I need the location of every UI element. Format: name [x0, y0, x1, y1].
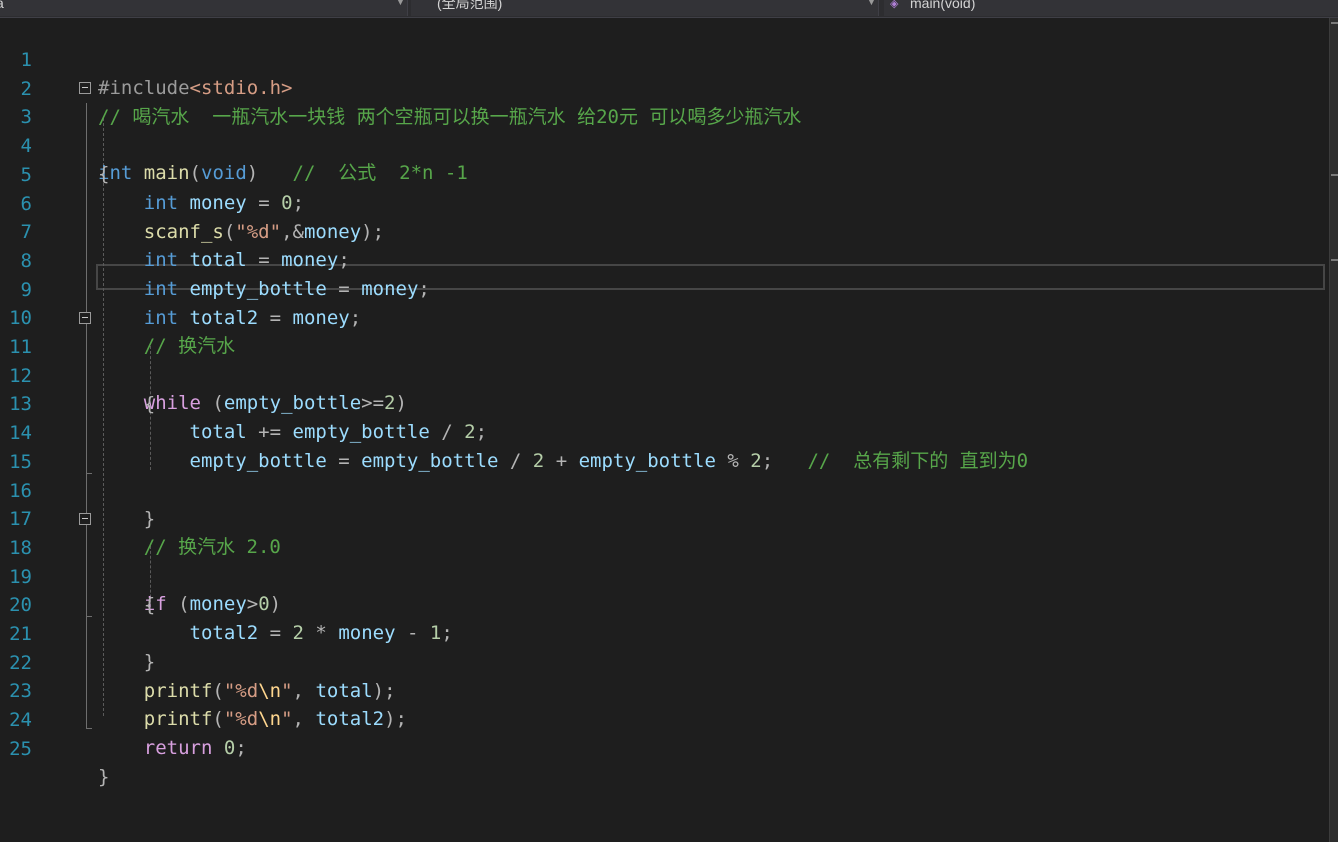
code-line: 4 { — [0, 104, 1326, 185]
cube-icon: ◈ — [890, 0, 899, 10]
code-line: 2 // 喝汽水 一瓶汽水一块钱 两个空瓶可以换一瓶汽水 给20元 可以喝多少瓶… — [0, 47, 1326, 128]
code-line: 23 printf("%d\n", total2); — [0, 649, 1326, 730]
code-line-current: 9 int total2 = money; — [0, 248, 1326, 329]
code-line: 25 } — [0, 707, 1326, 788]
project-label: ā — [0, 0, 4, 12]
code-line: 1 #include<stdio.h> — [0, 18, 1326, 99]
member-dropdown[interactable]: ◈ main(void) — [884, 0, 1338, 16]
project-dropdown[interactable]: ā ▼ — [0, 0, 408, 16]
chevron-down-icon: ▼ — [396, 0, 405, 7]
code-line: 22 printf("%d\n", total); — [0, 621, 1326, 702]
code-line: 18 if (money>0) — [0, 506, 1326, 615]
scroll-marker — [1331, 22, 1338, 24]
scroll-marker — [1331, 174, 1338, 176]
line-code: return 0; — [143, 737, 247, 760]
code-line: 24 return 0; — [0, 678, 1326, 759]
code-editor[interactable]: 1 #include<stdio.h> 2 // 喝汽水 一瓶汽水一块钱 两个空… — [0, 18, 1330, 842]
code-line: 7 int total = money; — [0, 190, 1326, 271]
scope-label: (全局范围) — [437, 0, 503, 11]
code-line: 17 // 换汽水 2.0 — [0, 477, 1326, 558]
code-line: 13 total += empty_bottle / 2; — [0, 362, 1326, 443]
code-line: 16 } — [0, 449, 1326, 530]
caret-position-marker — [1331, 259, 1338, 261]
code-line: 12 { — [0, 334, 1326, 415]
code-line: 8 int empty_bottle = money; — [0, 219, 1326, 300]
scope-dropdown[interactable]: (全局范围) ▼ — [411, 0, 879, 16]
code-line: 14 empty_bottle = empty_bottle / 2 + emp… — [0, 391, 1326, 472]
chevron-down-icon: ▼ — [867, 0, 876, 7]
collapse-icon[interactable] — [79, 312, 91, 324]
code-line: 15 — [0, 420, 1326, 473]
collapse-icon[interactable] — [79, 512, 91, 525]
navigation-bar: ā ▼ (全局范围) ▼ ◈ main(void) — [0, 0, 1338, 18]
code-line: 20 total2 = 2 * money - 1; — [0, 563, 1326, 644]
member-label: main(void) — [910, 0, 976, 11]
code-line: 11 while (empty_bottle>=2) — [0, 305, 1326, 414]
vertical-scrollbar[interactable] — [1329, 18, 1338, 842]
code-line: 5 int money = 0; — [0, 133, 1326, 214]
code-line: 3 int main(void) // 公式 2*n -1 — [0, 75, 1326, 184]
code-line: 21 } — [0, 592, 1326, 673]
code-line: 10 // 换汽水 — [0, 276, 1326, 357]
code-line: 6 scanf_s("%d",&money); — [0, 162, 1326, 243]
line-code: } — [98, 765, 110, 788]
collapse-icon[interactable] — [79, 82, 91, 95]
line-number: 25 — [9, 737, 32, 760]
code-line: 19 { — [0, 535, 1326, 616]
